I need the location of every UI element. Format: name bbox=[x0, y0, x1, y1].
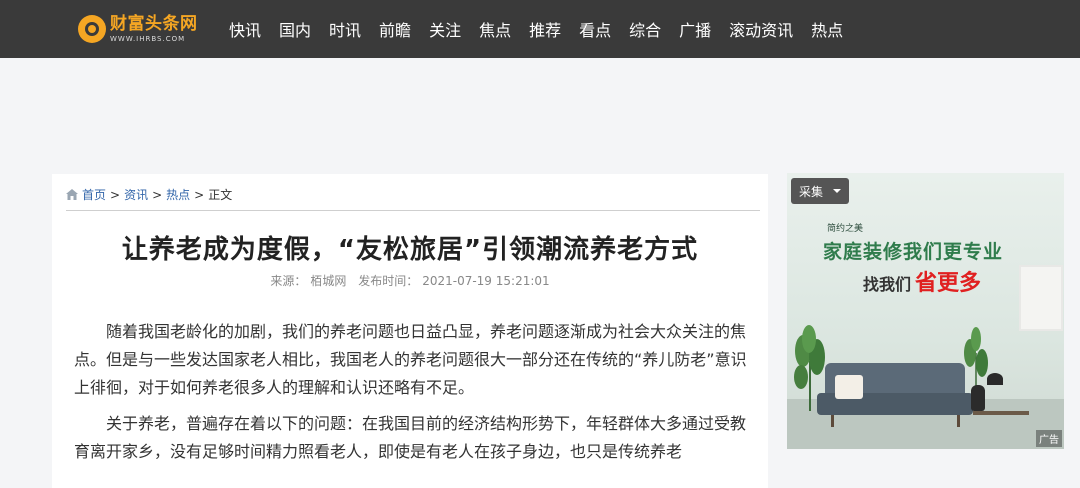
nav-item-qianzhan[interactable]: 前瞻 bbox=[379, 17, 411, 41]
article-meta: 来源： 栢城网 发布时间： 2021-07-19 15:21:01 bbox=[52, 272, 768, 289]
article-title: 让养老成为度假，“友松旅居”引领潮流养老方式 bbox=[121, 235, 699, 265]
ad-vase bbox=[971, 385, 985, 411]
nav-item-redian[interactable]: 热点 bbox=[811, 17, 843, 41]
top-nav-bar: 财富头条网 WWW.IHRBS.COM 快讯 国内 时讯 前瞻 关注 焦点 推荐… bbox=[0, 0, 1080, 58]
breadcrumb-separator: > bbox=[110, 187, 121, 202]
logo-main-text: 财富头条网 bbox=[110, 13, 198, 34]
breadcrumb: 首页 > 资讯 > 热点 > 正文 bbox=[66, 186, 232, 203]
time-label: 发布时间： bbox=[358, 274, 419, 288]
breadcrumb-hot-link[interactable]: 热点 bbox=[166, 186, 190, 203]
nav-item-jiaodian[interactable]: 焦点 bbox=[479, 17, 511, 41]
ad-wall-frame bbox=[1019, 265, 1063, 331]
breadcrumb-separator: > bbox=[194, 187, 205, 202]
source-name: 栢城网 bbox=[310, 274, 347, 288]
breadcrumb-divider bbox=[66, 210, 760, 211]
ad-small-text: 简约之美 bbox=[827, 224, 864, 234]
ad-sofa-leg bbox=[831, 415, 834, 427]
breadcrumb-home-link[interactable]: 首页 bbox=[82, 186, 106, 203]
ad-badge: 广告 bbox=[1036, 430, 1062, 447]
ad-banner[interactable]: 简约之美 家庭装修我们更专业 找我们 省更多 采集 广告 bbox=[787, 173, 1064, 449]
article-card: 首页 > 资讯 > 热点 > 正文 让养老成为度假，“友松旅居”引领潮流养老方式… bbox=[52, 174, 768, 488]
publish-time: 2021-07-19 15:21:01 bbox=[422, 274, 550, 288]
nav-item-tuijian[interactable]: 推荐 bbox=[529, 17, 561, 41]
ad-sub-prefix: 找我们 bbox=[863, 275, 912, 294]
chevron-down-icon bbox=[833, 189, 841, 193]
nav-item-guangbo[interactable]: 广播 bbox=[679, 17, 711, 41]
lamp-icon bbox=[987, 373, 1003, 385]
breadcrumb-news-link[interactable]: 资讯 bbox=[124, 186, 148, 203]
ad-sofa-leg bbox=[957, 415, 960, 427]
nav-item-kuaixun[interactable]: 快讯 bbox=[229, 17, 261, 41]
article-paragraph: 随着我国老龄化的加剧，我们的养老问题也日益凸显，养老问题逐渐成为社会大众关注的焦… bbox=[74, 322, 747, 397]
logo-sub-text: WWW.IHRBS.COM bbox=[110, 34, 186, 43]
nav-item-kandian[interactable]: 看点 bbox=[579, 17, 611, 41]
ad-sub-highlight: 省更多 bbox=[915, 271, 982, 296]
nav-item-guanzhu[interactable]: 关注 bbox=[429, 17, 461, 41]
nav-item-guonei[interactable]: 国内 bbox=[279, 17, 311, 41]
breadcrumb-current: 正文 bbox=[208, 188, 233, 202]
ad-subheadline: 找我们 省更多 bbox=[863, 265, 981, 297]
home-icon bbox=[66, 189, 78, 200]
source-label: 来源： bbox=[270, 274, 307, 288]
nav-item-gundong[interactable]: 滚动资讯 bbox=[729, 17, 793, 41]
collect-label: 采集 bbox=[798, 184, 823, 199]
ad-headline: 家庭装修我们更专业 bbox=[823, 241, 1004, 263]
site-logo[interactable]: 财富头条网 WWW.IHRBS.COM bbox=[78, 12, 198, 46]
collect-button[interactable]: 采集 bbox=[791, 178, 849, 204]
nav-item-zonghe[interactable]: 综合 bbox=[629, 17, 661, 41]
ad-pillow bbox=[835, 375, 863, 399]
article-body: 随着我国老龄化的加剧，我们的养老问题也日益凸显，养老问题逐渐成为社会大众关注的焦… bbox=[74, 318, 752, 474]
article-paragraph: 关于养老，普遍存在着以下的问题：在我国目前的经济结构形势下，年轻群体大多通过受教… bbox=[74, 414, 747, 461]
nav-item-shixun[interactable]: 时讯 bbox=[329, 17, 361, 41]
ad-side-table bbox=[973, 411, 1029, 415]
main-nav: 快讯 国内 时讯 前瞻 关注 焦点 推荐 看点 综合 广播 滚动资讯 热点 bbox=[220, 0, 852, 58]
logo-icon bbox=[78, 15, 106, 43]
breadcrumb-separator: > bbox=[152, 187, 163, 202]
logo-text: 财富头条网 WWW.IHRBS.COM bbox=[110, 13, 198, 43]
